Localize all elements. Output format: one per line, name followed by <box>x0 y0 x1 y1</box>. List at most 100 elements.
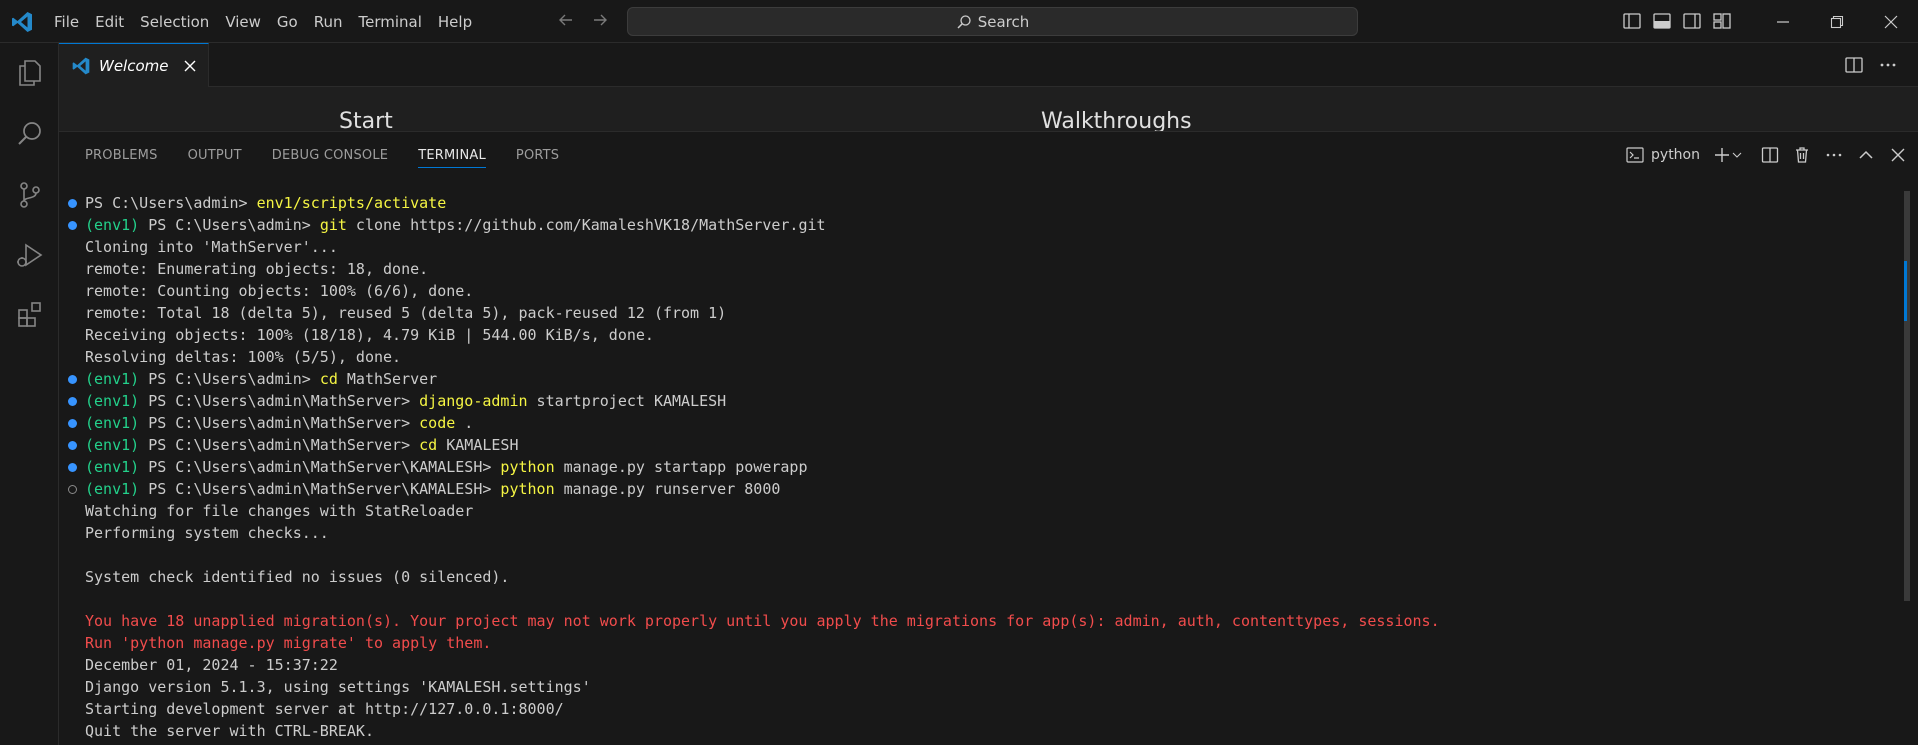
more-actions-icon[interactable] <box>1878 55 1898 75</box>
command-center-search[interactable]: Search <box>627 7 1358 36</box>
tab-welcome[interactable]: Welcome <box>59 43 209 87</box>
search-label: Search <box>977 12 1030 31</box>
toggle-primary-sidebar-icon[interactable] <box>1622 11 1642 31</box>
menu-item-file[interactable]: File <box>46 13 87 31</box>
welcome-start-heading: Start <box>339 109 393 131</box>
customize-layout-icon[interactable] <box>1712 11 1732 31</box>
toggle-secondary-sidebar-icon[interactable] <box>1682 11 1702 31</box>
terminal-text: PS C:\Users\admin> <box>148 216 320 234</box>
terminal-line: (env1) PS C:\Users\admin> git clone http… <box>59 214 1899 236</box>
toggle-panel-icon[interactable] <box>1652 11 1672 31</box>
panel-more-actions-button[interactable] <box>1818 139 1850 171</box>
terminal-line: Run 'python manage.py migrate' to apply … <box>59 632 1899 654</box>
terminal-text: (env1) <box>85 370 149 388</box>
terminal-text: You have 18 unapplied migration(s). Your… <box>85 612 1440 630</box>
terminal-text: (env1) <box>85 436 149 454</box>
terminal-text: remote: Enumerating objects: 18, done. <box>85 260 429 278</box>
terminal-text: cd <box>419 436 438 454</box>
maximize-panel-button[interactable] <box>1850 139 1882 171</box>
activity-bar <box>0 43 59 745</box>
terminal-line: (env1) PS C:\Users\admin\MathServer> cod… <box>59 412 1899 434</box>
restore-button[interactable] <box>1810 0 1864 43</box>
tab-problems[interactable]: PROBLEMS <box>85 132 158 178</box>
split-editor-icon[interactable] <box>1844 55 1864 75</box>
terminal-text: (env1) <box>85 216 149 234</box>
terminal-type-label: python <box>1651 147 1700 163</box>
command-decoration-icon[interactable] <box>68 463 77 472</box>
menu-item-edit[interactable]: Edit <box>87 13 132 31</box>
terminal-line: December 01, 2024 - 15:37:22 <box>59 654 1899 676</box>
terminal-text: Watching for file changes with StatReloa… <box>85 502 474 520</box>
layout-controls <box>1622 11 1732 31</box>
terminal-text: . <box>455 414 474 432</box>
menu-item-run[interactable]: Run <box>306 13 351 31</box>
terminal-text: System check identified no issues (0 sil… <box>85 568 510 586</box>
kill-terminal-button[interactable] <box>1786 139 1818 171</box>
terminal-line: remote: Total 18 (delta 5), reused 5 (de… <box>59 302 1899 324</box>
title-bar: File Edit Selection View Go Run Terminal Help S… <box>0 0 1918 43</box>
command-decoration-icon[interactable] <box>68 419 77 428</box>
terminal-line: PS C:\Users\admin> env1/scripts/activate <box>59 192 1899 214</box>
terminal-scrollbar[interactable] <box>1904 191 1910 601</box>
tab-output[interactable]: OUTPUT <box>188 132 242 178</box>
search-view-icon[interactable] <box>14 118 46 150</box>
terminal-text: startproject KAMALESH <box>527 392 727 410</box>
command-decoration-icon[interactable] <box>68 397 77 406</box>
terminal-text: (env1) <box>85 392 149 410</box>
menu-item-view[interactable]: View <box>217 13 269 31</box>
close-tab-icon[interactable] <box>182 58 198 74</box>
tab-debug-console[interactable]: DEBUG CONSOLE <box>272 132 388 178</box>
menu-item-go[interactable]: Go <box>269 13 306 31</box>
panel-tabs: PROBLEMS OUTPUT DEBUG CONSOLE TERMINAL PORTS <box>59 132 589 178</box>
vscode-tab-icon <box>72 57 90 74</box>
back-arrow-icon[interactable] <box>556 10 576 30</box>
trash-icon <box>1796 147 1808 163</box>
terminal-text: python <box>500 480 555 498</box>
terminal-text: Performing system checks... <box>85 524 329 542</box>
run-and-debug-icon[interactable] <box>14 240 46 272</box>
close-panel-button[interactable] <box>1882 139 1914 171</box>
close-icon <box>1884 15 1898 28</box>
terminal-text: PS C:\Users\admin> <box>85 194 257 212</box>
terminal-dropdown-button[interactable] <box>1730 139 1744 171</box>
menu-item-help[interactable]: Help <box>430 13 480 31</box>
terminal-line: remote: Counting objects: 100% (6/6), do… <box>59 280 1899 302</box>
restore-icon <box>1830 15 1844 28</box>
minimize-button[interactable] <box>1756 0 1810 43</box>
close-window-button[interactable] <box>1864 0 1918 43</box>
terminal-text: Starting development server at http://12… <box>85 700 564 718</box>
welcome-walkthroughs-heading: Walkthroughs <box>1041 109 1192 131</box>
command-decoration-icon[interactable] <box>68 199 77 208</box>
terminal-text: KAMALESH <box>437 436 519 454</box>
terminal-text: manage.py startapp powerapp <box>554 458 808 476</box>
command-decoration-icon[interactable] <box>68 375 77 384</box>
menu-item-terminal[interactable]: Terminal <box>351 13 430 31</box>
tab-terminal[interactable]: TERMINAL <box>418 132 486 178</box>
terminal-line: Quit the server with CTRL-BREAK. <box>59 720 1899 742</box>
forward-arrow-icon[interactable] <box>590 10 610 30</box>
terminal-text: (env1) <box>85 480 149 498</box>
menu-item-selection[interactable]: Selection <box>132 13 217 31</box>
command-decoration-icon[interactable] <box>68 221 77 230</box>
terminal-text: git <box>319 216 347 234</box>
source-control-icon[interactable] <box>14 179 46 211</box>
terminal-line: (env1) PS C:\Users\admin\MathServer\KAMA… <box>59 456 1899 478</box>
terminal-line: Performing system checks... <box>59 522 1899 544</box>
plus-icon <box>1715 148 1729 162</box>
terminal-text: clone https://github.com/KamaleshVK18/Ma… <box>346 216 826 234</box>
tab-ports[interactable]: PORTS <box>516 132 559 178</box>
command-decoration-icon[interactable] <box>68 441 77 450</box>
terminal-output[interactable]: PS C:\Users\admin> env1/scripts/activate… <box>59 192 1899 745</box>
explorer-icon[interactable] <box>14 57 46 89</box>
split-terminal-button[interactable] <box>1754 139 1786 171</box>
terminal-line: (env1) PS C:\Users\admin\MathServer> dja… <box>59 390 1899 412</box>
terminal-text: Django version 5.1.3, using settings 'KA… <box>85 678 591 696</box>
terminal-type-selector[interactable]: python <box>1625 145 1700 165</box>
terminal-line: Starting development server at http://12… <box>59 698 1899 720</box>
extensions-icon[interactable] <box>14 299 46 331</box>
terminal-text: PS C:\Users\admin\MathServer> <box>148 436 420 454</box>
command-decoration-icon[interactable] <box>68 485 77 494</box>
menu-bar: File Edit Selection View Go Run Terminal Help <box>46 0 480 43</box>
